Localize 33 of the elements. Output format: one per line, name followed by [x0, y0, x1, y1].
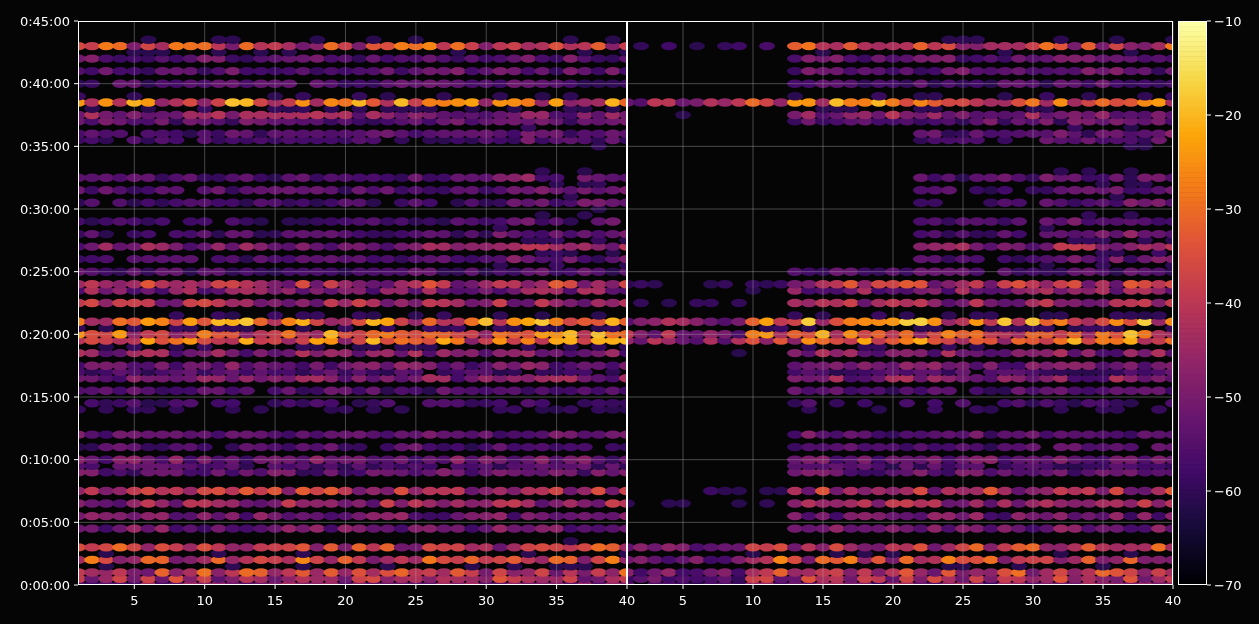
x-tick-label: 5 — [130, 593, 139, 608]
y-tick-label: 0:05:00 — [19, 514, 70, 530]
colorbar-tick-label: −70 — [1214, 577, 1242, 593]
y-tick-label: 0:45:00 — [19, 13, 70, 29]
y-tick-label: 0:20:00 — [19, 326, 70, 342]
y-tick-label: 0:35:00 — [19, 138, 70, 154]
y-tick-label: 0:25:00 — [19, 264, 70, 280]
y-tick-label: 0:10:00 — [19, 452, 70, 468]
colorbar-tick-label: −30 — [1214, 201, 1242, 217]
colorbar-tick-label: −60 — [1214, 483, 1242, 499]
y-tick-label: 0:30:00 — [19, 201, 70, 217]
colorbar-tick-label: −10 — [1214, 13, 1242, 29]
x-tick-label: 35 — [548, 593, 565, 608]
y-tick-label: 0:40:00 — [19, 76, 70, 92]
y-tick-label: 0:15:00 — [19, 389, 70, 405]
x-tick-label: 30 — [477, 593, 495, 608]
x-tick-label: 35 — [1094, 593, 1112, 608]
x-tick-label: 30 — [1024, 593, 1042, 608]
y-tick-label: 0:00:00 — [19, 577, 70, 593]
x-tick-label: 40 — [618, 593, 636, 608]
colorbar-tick-label: −50 — [1214, 389, 1242, 405]
x-tick-label: 20 — [337, 593, 354, 608]
x-tick-label: 20 — [884, 593, 902, 608]
x-tick-label: 40 — [1164, 593, 1182, 608]
x-tick-label: 25 — [407, 593, 425, 608]
x-tick-label: 25 — [954, 593, 972, 608]
colorbar-tick-label: −20 — [1214, 107, 1242, 123]
colorbar-tick-label: −40 — [1214, 295, 1242, 311]
x-tick-label: 10 — [744, 593, 762, 608]
x-tick-label: 15 — [814, 593, 832, 608]
x-tick-label: 10 — [196, 593, 213, 608]
x-tick-label: 15 — [266, 593, 284, 608]
x-tick-label: 5 — [678, 593, 688, 608]
